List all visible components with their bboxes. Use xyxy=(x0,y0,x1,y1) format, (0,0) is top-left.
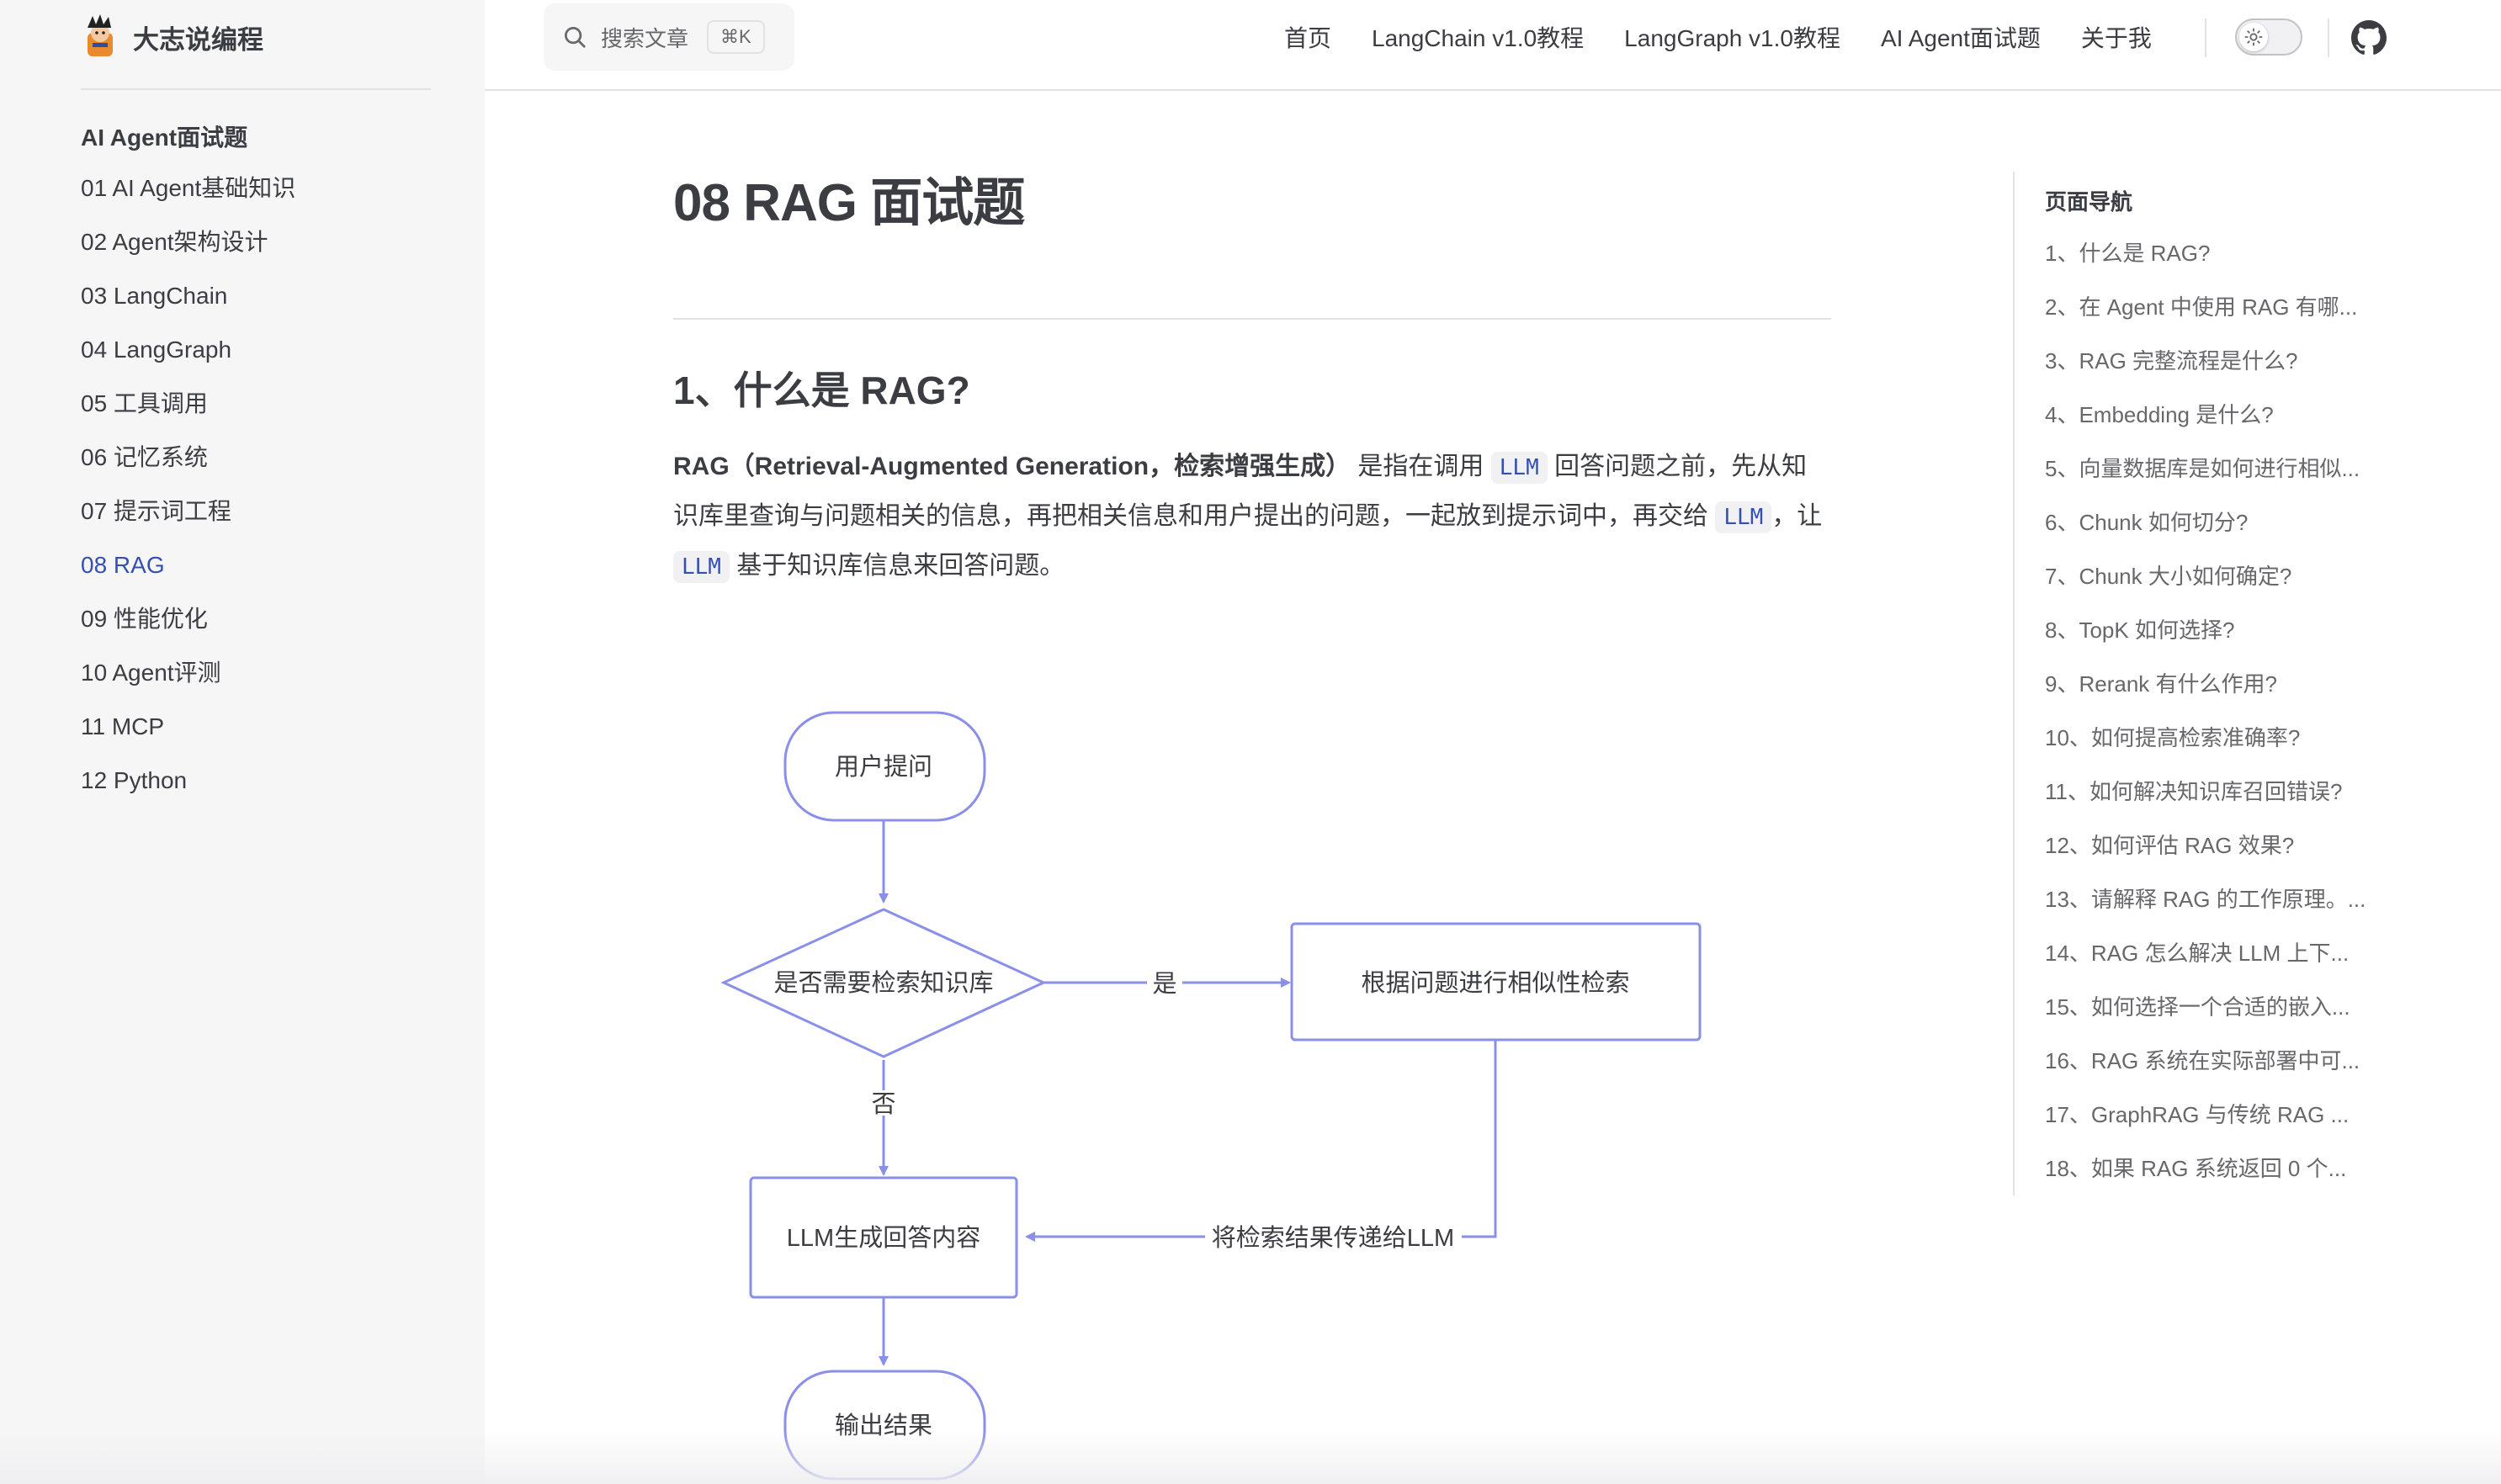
sidebar-item[interactable]: 06 记忆系统 xyxy=(81,436,295,490)
para-text: 基于知识库信息来回答问题。 xyxy=(729,552,1065,580)
toc-item[interactable]: 5、向量数据库是如何进行相似... xyxy=(2045,442,2408,496)
toc-item[interactable]: 8、TopK 如何选择? xyxy=(2045,603,2408,657)
nav-link-langgraph[interactable]: LangGraph v1.0教程 xyxy=(1624,20,1840,54)
inline-code: LLM xyxy=(1715,501,1772,533)
nav-link-home[interactable]: 首页 xyxy=(1284,20,1331,54)
inline-code: LLM xyxy=(1490,452,1548,484)
toc-item[interactable]: 2、在 Agent 中使用 RAG 有哪... xyxy=(2045,280,2408,334)
flow-label-generate: LLM生成回答内容 xyxy=(787,1224,980,1252)
site-logo-icon xyxy=(88,14,113,56)
toc-item[interactable]: 7、Chunk 大小如何确定? xyxy=(2045,549,2408,603)
sidebar-item[interactable]: 01 AI Agent基础知识 xyxy=(81,167,295,220)
sidebar-item-active[interactable]: 08 RAG xyxy=(81,543,295,597)
title-divider xyxy=(673,318,1831,320)
page-toc: 页面导航 1、什么是 RAG? 2、在 Agent 中使用 RAG 有哪... … xyxy=(2013,172,2408,1195)
sidebar-item[interactable]: 10 Agent评测 xyxy=(81,651,295,705)
toc-item[interactable]: 9、Rerank 有什么作用? xyxy=(2045,657,2408,711)
rag-flowchart: 用户提问 是否需要检索知识库 是 根据问题进行相似性检索 否 LLM生成回答内容… xyxy=(720,711,1702,1481)
sidebar-item[interactable]: 02 Agent架构设计 xyxy=(81,220,295,274)
flow-label-yes: 是 xyxy=(1152,971,1176,998)
sidebar-item[interactable]: 09 性能优化 xyxy=(81,597,295,651)
toc-title: 页面导航 xyxy=(2045,189,2133,215)
bottom-edge-shadow xyxy=(0,1430,2501,1484)
inline-code: LLM xyxy=(673,551,730,583)
sidebar-nav: 01 AI Agent基础知识 02 Agent架构设计 03 LangChai… xyxy=(81,167,295,813)
toc-item[interactable]: 1、什么是 RAG? xyxy=(2045,226,2408,280)
toc-item[interactable]: 11、如何解决知识库召回错误? xyxy=(2045,765,2408,819)
toc-item[interactable]: 6、Chunk 如何切分? xyxy=(2045,496,2408,549)
sidebar-item[interactable]: 11 MCP xyxy=(81,705,295,759)
toc-item[interactable]: 4、Embedding 是什么? xyxy=(2045,388,2408,442)
nav-link-langchain[interactable]: LangChain v1.0教程 xyxy=(1372,20,1584,54)
search-shortcut-badge: ⌘K xyxy=(707,20,765,54)
doc-content: 08 RAG 面试题 1、什么是 RAG? RAG（Retrieval-Augm… xyxy=(673,160,1831,583)
sidebar-item[interactable]: 03 LangChain xyxy=(81,274,295,328)
page-title: 08 RAG 面试题 xyxy=(673,174,1025,232)
github-icon[interactable] xyxy=(2351,20,2387,56)
toc-list: 1、什么是 RAG? 2、在 Agent 中使用 RAG 有哪... 3、RAG… xyxy=(2045,226,2408,1195)
rag-definition-term: RAG（Retrieval-Augmented Generation，检索增强生… xyxy=(673,453,1351,480)
sidebar-item[interactable]: 04 LangGraph xyxy=(81,328,295,382)
flow-arrow xyxy=(1462,1040,1497,1238)
toc-item[interactable]: 3、RAG 完整流程是什么? xyxy=(2045,334,2408,388)
nav-link-interview[interactable]: AI Agent面试题 xyxy=(1881,20,2041,54)
section-heading: 1、什么是 RAG? xyxy=(673,368,970,412)
toggle-knob xyxy=(2239,23,2268,51)
para-text: 是指在调用 xyxy=(1351,453,1491,480)
sidebar-item[interactable]: 12 Python xyxy=(81,759,295,813)
flow-label-start: 用户提问 xyxy=(835,753,932,781)
sidebar-divider xyxy=(81,88,431,90)
toc-item[interactable]: 15、如何选择一个合适的嵌入... xyxy=(2045,980,2408,1034)
search-icon xyxy=(565,27,586,48)
theme-toggle[interactable] xyxy=(2235,19,2302,56)
para-text: ，让 xyxy=(1771,502,1823,530)
toc-item[interactable]: 17、GraphRAG 与传统 RAG ... xyxy=(2045,1088,2408,1142)
top-navbar: 搜索文章 ⌘K 首页 LangChain v1.0教程 LangGraph v1… xyxy=(485,0,2501,91)
site-brand[interactable]: 大志说编程 xyxy=(81,12,263,62)
sidebar-heading[interactable]: AI Agent面试题 xyxy=(81,119,247,153)
toc-item[interactable]: 12、如何评估 RAG 效果? xyxy=(2045,819,2408,872)
flow-label-decision: 是否需要检索知识库 xyxy=(773,969,993,997)
flow-label-pass: 将检索结果传递给LLM xyxy=(1212,1224,1454,1252)
toc-item[interactable]: 10、如何提高检索准确率? xyxy=(2045,711,2408,765)
toc-item[interactable]: 18、如果 RAG 系统返回 0 个... xyxy=(2045,1142,2408,1195)
search-button[interactable]: 搜索文章 ⌘K xyxy=(544,3,794,71)
sun-icon xyxy=(2244,28,2263,46)
top-nav-links: 首页 LangChain v1.0教程 LangGraph v1.0教程 AI … xyxy=(1284,0,2192,74)
sidebar-item[interactable]: 07 提示词工程 xyxy=(81,490,295,543)
flow-label-retrieve: 根据问题进行相似性检索 xyxy=(1361,969,1629,997)
nav-link-about[interactable]: 关于我 xyxy=(2081,20,2152,54)
toc-item[interactable]: 16、RAG 系统在实际部署中可... xyxy=(2045,1034,2408,1088)
nav-divider xyxy=(2205,19,2206,57)
section-paragraph: RAG（Retrieval-Augmented Generation，检索增强生… xyxy=(673,443,1831,591)
sidebar-item[interactable]: 05 工具调用 xyxy=(81,382,295,436)
sidebar: 大志说编程 AI Agent面试题 01 AI Agent基础知识 02 Age… xyxy=(0,0,485,1484)
toc-item[interactable]: 14、RAG 怎么解决 LLM 上下... xyxy=(2045,926,2408,980)
search-placeholder: 搜索文章 xyxy=(601,25,689,51)
flow-label-no: 否 xyxy=(871,1091,895,1118)
toc-item[interactable]: 13、请解释 RAG 的工作原理。... xyxy=(2045,872,2408,926)
nav-divider xyxy=(2328,19,2329,57)
site-title: 大志说编程 xyxy=(133,24,263,55)
